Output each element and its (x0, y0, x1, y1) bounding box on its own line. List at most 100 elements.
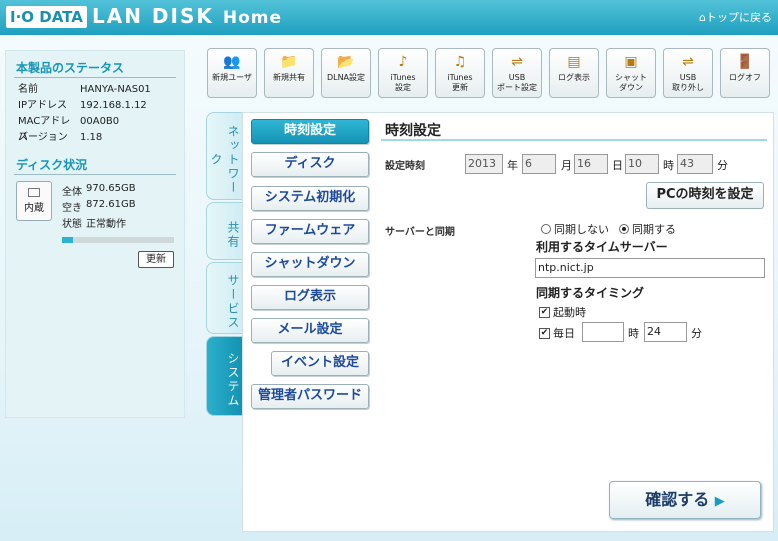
disk-row: 空き 872.61GB (62, 199, 136, 214)
sync-off-radio[interactable]: 同期しない (541, 221, 609, 237)
menu-mail[interactable]: メール設定 (251, 318, 369, 343)
startup-label: 起動時 (553, 306, 586, 319)
menu-shutdown[interactable]: シャットダウン (251, 252, 369, 277)
time-server-input[interactable]: ntp.nict.jp (535, 258, 765, 278)
time-server-label: 利用するタイムサーバー (536, 240, 668, 254)
usb-eject-icon: ⇌ (682, 54, 694, 70)
toolbar-button-users[interactable]: 👥 新規ユーザ (207, 48, 257, 98)
menu-system-init[interactable]: システム初期化 (251, 186, 369, 211)
status-row: IPアドレス 192.168.1.12 (18, 98, 184, 114)
toolbar-button-dlna[interactable]: 📂 DLNA設定 (321, 48, 371, 98)
daily-minute-input[interactable]: 24 (644, 322, 687, 342)
tab-share[interactable]: 共有 (206, 202, 242, 260)
disk-row: 全体 970.65GB (62, 183, 136, 198)
sync-on-label: 同期する (632, 223, 676, 236)
toolbar-label: USB (508, 73, 526, 82)
toolbar-button-log[interactable]: ▤ ログ表示 (549, 48, 599, 98)
home-icon: ⌂ (699, 11, 706, 24)
toolbar-label: 設定 (395, 83, 411, 92)
status-value: 192.168.1.12 (80, 100, 147, 111)
itunes-update-icon: ♫ (453, 54, 467, 70)
tab-system[interactable]: システム (206, 336, 242, 416)
confirm-button[interactable]: 確認する ▶ (609, 481, 761, 519)
title-divider (381, 139, 767, 141)
log-icon: ▤ (567, 54, 581, 70)
sync-off-label: 同期しない (554, 223, 609, 236)
set-pc-time-button[interactable]: PCの時刻を設定 (646, 182, 764, 209)
year-field: 2013 (465, 154, 503, 174)
status-row: バージョン 1.18 (18, 130, 184, 146)
toolbar-button-itunes[interactable]: ♪ iTunes 設定 (378, 48, 428, 98)
daily-hour-input[interactable] (582, 322, 624, 342)
toolbar-button-itunes-update[interactable]: ♫ iTunes 更新 (435, 48, 485, 98)
toolbar-label: iTunes (447, 73, 473, 82)
sync-on-radio[interactable]: 同期する (619, 221, 676, 237)
status-value: 1.18 (80, 132, 103, 143)
disk-usage-bar (62, 237, 174, 243)
toolbar-label: ログオフ (729, 73, 761, 82)
status-row: 名前 HANYA-NAS01 (18, 82, 184, 98)
startup-checkbox[interactable]: ✔ 起動時 (539, 304, 586, 320)
confirm-label: 確認する (645, 490, 710, 509)
logoff-icon: 🚪 (736, 54, 754, 70)
disk-status-title: ディスク状況 (16, 158, 88, 172)
toolbar-label: ログ表示 (558, 73, 590, 82)
toolbar-label: ポート設定 (497, 83, 537, 92)
menu-time-settings[interactable]: 時刻設定 (251, 119, 369, 144)
usb-icon: ⇌ (511, 54, 523, 70)
day-unit: 日 (612, 159, 623, 172)
menu-event[interactable]: イベント設定 (271, 351, 369, 376)
hour-unit: 時 (663, 159, 674, 172)
status-key: 名前 (18, 84, 38, 95)
menu-log[interactable]: ログ表示 (251, 285, 369, 310)
toolbar-button-usb-eject[interactable]: ⇌ USB 取り外し (663, 48, 713, 98)
toolbar-button-usb[interactable]: ⇌ USB ポート設定 (492, 48, 542, 98)
sync-timing-label: 同期するタイミング (536, 286, 645, 300)
radio-checked-icon (619, 224, 629, 234)
toolbar-label: iTunes (390, 73, 416, 82)
toolbar: 👥 新規ユーザ 📁 新規共有 📂 DLNA設定 ♪ iTunes 設定 ♫ iTunes 更新 ⇌ USB… (207, 48, 770, 98)
product-title-home: Home (222, 8, 282, 28)
check-icon: ✔ (539, 306, 550, 318)
toolbar-label: 更新 (452, 83, 468, 92)
status-row: MACアドレス 00A0B0 (18, 114, 184, 143)
page-title: 時刻設定 (385, 123, 441, 139)
back-to-top-label: トップに戻る (706, 11, 772, 24)
status-key: MACアドレス (18, 116, 71, 143)
toolbar-label: 新規共有 (273, 73, 305, 82)
daily-hour-unit: 時 (628, 327, 639, 340)
time-label: 設定時刻 (385, 161, 425, 172)
disk-section: 内蔵 全体 970.65GB 空き 872.61GB 状態 正常動作 更新 (6, 179, 184, 271)
day-field: 16 (574, 154, 608, 174)
toolbar-label: DLNA設定 (326, 73, 366, 82)
status-key: IPアドレス (18, 100, 67, 111)
radio-unchecked-icon (541, 224, 551, 234)
toolbar-button-logoff[interactable]: 🚪 ログオフ (720, 48, 770, 98)
toolbar-label: USB (679, 73, 697, 82)
folder-icon: 📁 (280, 54, 298, 70)
menu-firmware[interactable]: ファームウェア (251, 219, 369, 244)
product-title: LAN DISK Home (92, 4, 282, 30)
back-to-top-link[interactable]: ⌂トップに戻る (699, 9, 772, 25)
sync-label: サーバーと同期 (385, 227, 455, 238)
tab-service[interactable]: サービス (206, 262, 242, 334)
daily-checkbox[interactable]: ✔ 毎日 (539, 325, 575, 341)
menu-admin-password[interactable]: 管理者パスワード (251, 384, 369, 409)
year-unit: 年 (507, 159, 518, 172)
toolbar-button-folder[interactable]: 📁 新規共有 (264, 48, 314, 98)
toolbar-button-shutdown[interactable]: ▣ シャット ダウン (606, 48, 656, 98)
toolbar-label: シャット (615, 73, 647, 82)
minute-field: 43 (677, 154, 713, 174)
menu-disk[interactable]: ディスク (251, 152, 369, 177)
toolbar-label: 取り外し (672, 83, 704, 92)
status-value: 00A0B0 (80, 116, 120, 127)
refresh-button[interactable]: 更新 (138, 251, 174, 268)
internal-disk-label: 内蔵 (24, 203, 44, 214)
daily-label: 毎日 (553, 327, 575, 340)
tab-network[interactable]: ネットワーク (206, 112, 242, 200)
disk-key: 全体 (62, 187, 82, 198)
status-value: HANYA-NAS01 (80, 84, 151, 95)
daily-minute-unit: 分 (691, 327, 702, 340)
disk-value: 970.65GB (86, 183, 136, 194)
disk-row: 状態 正常動作 (62, 215, 126, 230)
